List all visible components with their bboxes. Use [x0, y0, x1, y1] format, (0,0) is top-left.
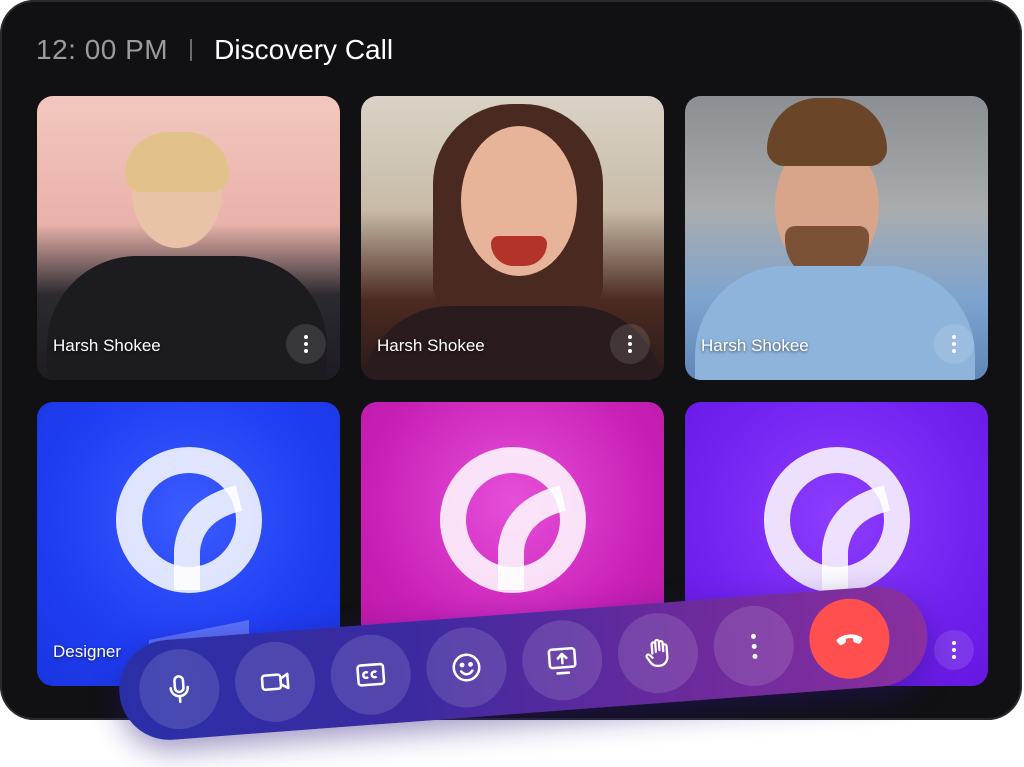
microphone-button[interactable]	[136, 646, 223, 732]
call-header: 12: 00 PM Discovery Call	[36, 30, 393, 70]
more-vertical-icon	[952, 641, 956, 659]
more-vertical-icon	[304, 335, 308, 353]
participant-body	[47, 256, 327, 380]
more-vertical-icon	[750, 633, 758, 659]
call-time: 12: 00 PM	[36, 34, 169, 65]
share-screen-button[interactable]	[519, 617, 606, 704]
more-vertical-icon	[628, 335, 632, 353]
participant-options-button[interactable]	[934, 630, 974, 670]
participant-name: Harsh Shokee	[377, 336, 485, 355]
more-vertical-icon	[952, 335, 956, 353]
more-options-button[interactable]	[710, 603, 797, 689]
participant-tile-1[interactable]: Harsh Shokee	[37, 96, 340, 380]
participant-options-button[interactable]	[934, 324, 974, 364]
participant-name: Designer	[53, 642, 122, 661]
end-call-button[interactable]	[806, 595, 893, 682]
video-camera-icon	[260, 672, 290, 691]
camera-button[interactable]	[232, 639, 318, 725]
participant-tile-2[interactable]: Harsh Shokee	[361, 96, 664, 380]
closed-captions-icon	[356, 662, 386, 687]
participant-name: Harsh Shokee	[701, 336, 809, 355]
raise-hand-button[interactable]	[615, 610, 701, 697]
call-title: Discovery Call	[214, 34, 394, 65]
header-divider	[190, 39, 193, 61]
captions-button[interactable]	[327, 631, 414, 718]
participant-options-button[interactable]	[610, 324, 650, 364]
raise-hand-icon	[645, 638, 669, 668]
microphone-icon	[169, 675, 189, 704]
participant-name: Harsh Shokee	[53, 336, 161, 355]
participant-body	[695, 266, 975, 380]
emoji-icon	[452, 653, 481, 682]
participant-hair	[125, 132, 229, 192]
share-screen-icon	[547, 646, 577, 675]
participant-hair	[767, 98, 887, 166]
participant-tile-3[interactable]: Harsh Shokee	[685, 96, 988, 380]
reactions-button[interactable]	[423, 624, 510, 711]
end-call-icon	[836, 634, 863, 646]
participant-options-button[interactable]	[286, 324, 326, 364]
